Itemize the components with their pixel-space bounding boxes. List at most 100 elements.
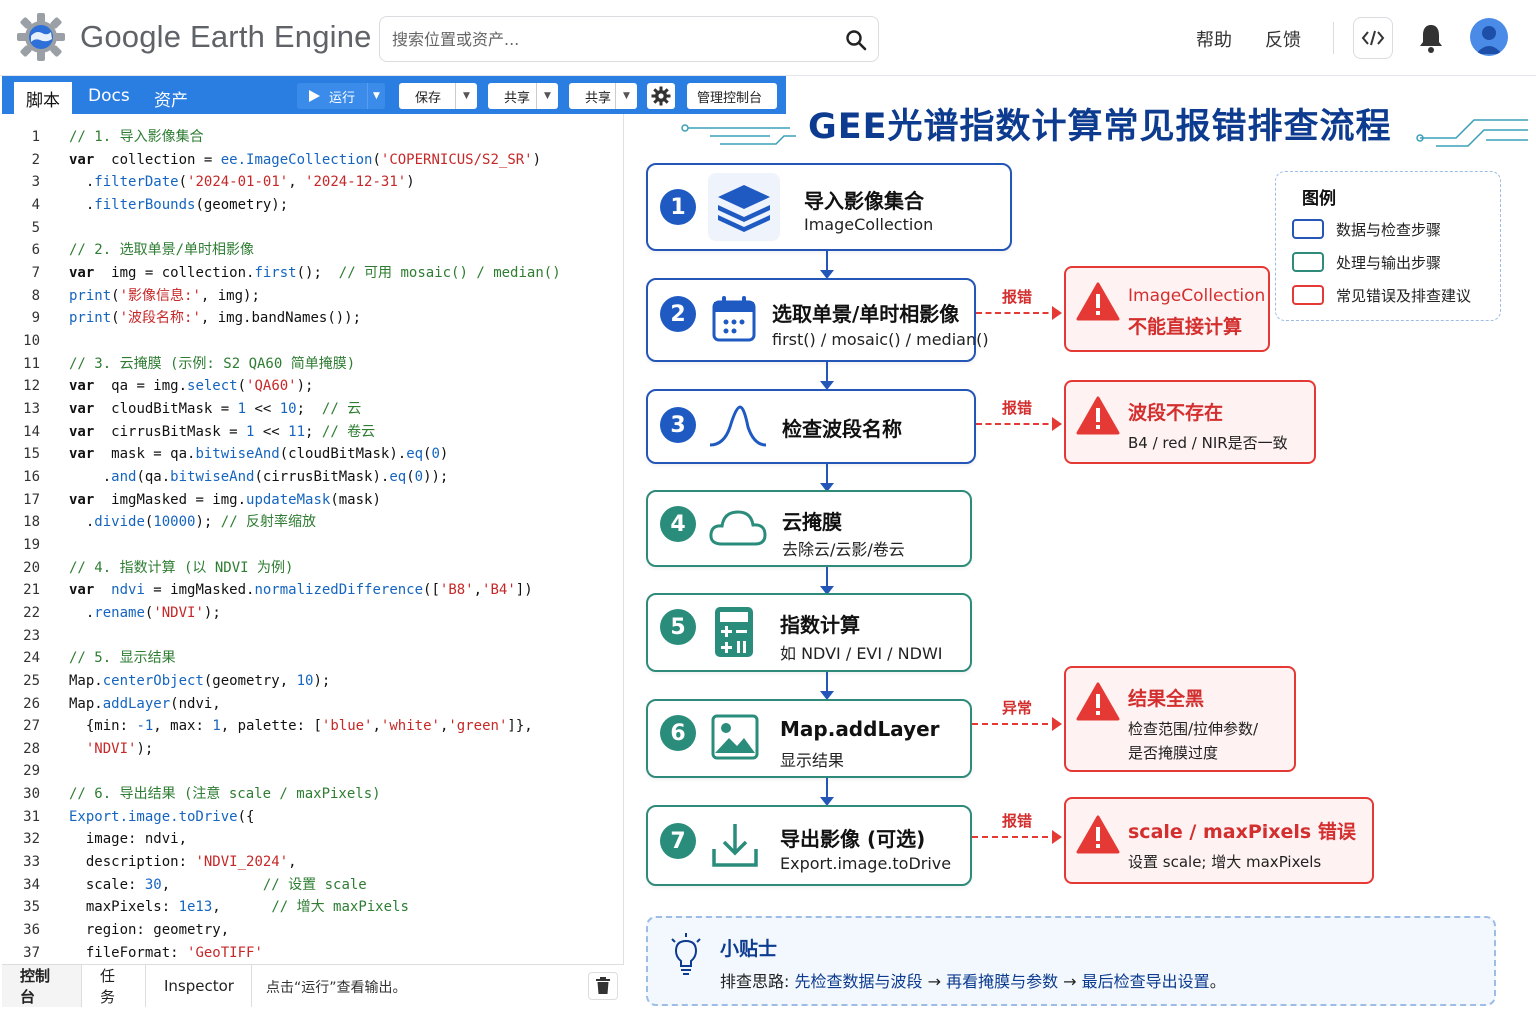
code-line[interactable]: 33 description: 'NDVI_2024', <box>2 851 622 873</box>
line-number: 7 <box>31 264 40 281</box>
share-label: 共享 <box>585 90 612 106</box>
step-subtitle: first() / mosaic() / median() <box>772 330 989 349</box>
share-button[interactable]: 共享 ▼ <box>569 83 637 109</box>
save-dropdown-icon[interactable]: ▼ <box>455 83 477 109</box>
code-line[interactable]: 20 // 4. 指数计算 (以 NDVI 为例) <box>2 557 622 579</box>
code-line[interactable]: 23 <box>2 625 622 647</box>
run-dropdown-icon[interactable]: ▼ <box>367 83 385 109</box>
tip-text: 排查思路: 先检查数据与波段 → 再看掩膜与参数 → 最后检查导出设置。 <box>720 968 1226 992</box>
flow-arrow <box>820 778 834 806</box>
search-box <box>379 16 879 62</box>
code-line[interactable]: 24 // 5. 显示结果 <box>2 647 622 669</box>
code-text: var img = collection.first(); // 可用 mosa… <box>69 264 561 281</box>
code-line[interactable]: 12 var qa = img.select('QA60'); <box>2 375 622 397</box>
code-line[interactable]: 17 var imgMasked = img.updateMask(mask) <box>2 489 622 511</box>
code-line[interactable]: 3 .filterDate('2024-01-01', '2024-12-31'… <box>2 171 622 193</box>
code-line[interactable]: 34 scale: 30, // 设置 scale <box>2 874 622 896</box>
code-line[interactable]: 9 print('波段名称:', img.bandNames()); <box>2 307 622 329</box>
code-text: print('影像信息:', img); <box>69 287 260 304</box>
legend: 图例 数据与检查步骤 处理与输出步骤 常见错误及排查建议 <box>1275 171 1501 321</box>
line-number: 23 <box>23 627 40 644</box>
code-line[interactable]: 6 // 2. 选取单景/单时相影像 <box>2 239 622 261</box>
step-number: 3 <box>660 407 696 443</box>
tab-console[interactable]: 控制台 <box>2 965 82 1007</box>
code-line[interactable]: 26 Map.addLayer(ndvi, <box>2 693 622 715</box>
line-number: 24 <box>23 650 40 667</box>
code-line[interactable]: 37 fileFormat: 'GeoTIFF' <box>2 942 622 964</box>
manage-console-button[interactable]: 管理控制台 <box>687 83 777 109</box>
code-line[interactable]: 31 Export.image.toDrive({ <box>2 806 622 828</box>
code-line[interactable]: 5 <box>2 217 622 239</box>
code-line[interactable]: 22 .rename('NDVI'); <box>2 602 622 624</box>
step-title: 指数计算 <box>780 613 860 637</box>
step-number: 7 <box>660 823 696 859</box>
code-line[interactable]: 27 {min: -1, max: 1, palette: ['blue','w… <box>2 715 622 737</box>
save-button[interactable]: 保存 ▼ <box>399 83 477 109</box>
code-line[interactable]: 14 var cirrusBitMask = 1 << 11; // 卷云 <box>2 421 622 443</box>
code-line[interactable]: 7 var img = collection.first(); // 可用 mos… <box>2 262 622 284</box>
line-number: 30 <box>23 786 40 803</box>
search-icon[interactable] <box>844 28 868 52</box>
code-line[interactable]: 29 <box>2 760 622 782</box>
error-box-scale-maxpixels: scale / maxPixels 错误 设置 scale; 增大 maxPix… <box>1064 797 1374 884</box>
code-line[interactable]: 21 var ndvi = imgMasked.normalizedDiffere… <box>2 579 622 601</box>
settings-button[interactable] <box>647 83 675 109</box>
flow-step-5: 5 指数计算 如 NDVI / EVI / NDWI <box>646 593 972 672</box>
code-line[interactable]: 25 Map.centerObject(geometry, 10); <box>2 670 622 692</box>
code-editor[interactable]: 1 // 1. 导入影像集合 2 var collection = ee.ImageC… <box>2 114 624 983</box>
clear-console-button[interactable] <box>588 972 618 1000</box>
code-line[interactable]: 30 // 6. 导出结果 (注意 scale / maxPixels) <box>2 783 622 805</box>
user-avatar[interactable] <box>1470 18 1508 56</box>
tab-docs[interactable]: Docs <box>88 86 130 106</box>
code-line[interactable]: 13 var cloudBitMask = 1 << 10; // 云 <box>2 398 622 420</box>
step-number: 6 <box>660 715 696 751</box>
feedback-link[interactable]: 反馈 <box>1265 26 1301 52</box>
line-number: 18 <box>23 514 40 531</box>
share-dropdown-icon[interactable]: ▼ <box>615 83 637 109</box>
line-number: 16 <box>23 468 40 485</box>
error-detail: 检查范围/拉伸参数/ <box>1128 720 1259 738</box>
title-circuit-left-decoration <box>681 124 796 145</box>
code-line[interactable]: 19 <box>2 534 622 556</box>
calculator-icon <box>715 607 753 657</box>
code-line[interactable]: 35 maxPixels: 1e13, // 增大 maxPixels <box>2 896 622 918</box>
flow-arrow <box>820 672 834 700</box>
step-title: 云掩膜 <box>782 510 842 534</box>
code-editor-button[interactable] <box>1353 17 1393 59</box>
code-line[interactable]: 15 var mask = qa.bitwiseAnd(cloudBitMask)… <box>2 443 622 465</box>
run-button[interactable]: 运行 ▼ <box>297 83 385 109</box>
tab-assets[interactable]: 资产 <box>154 86 188 111</box>
help-link[interactable]: 帮助 <box>1196 26 1232 52</box>
code-text: fileFormat: 'GeoTIFF' <box>69 944 263 961</box>
warning-icon <box>1076 396 1120 435</box>
tab-tasks[interactable]: 任务 <box>82 965 146 1007</box>
step-number: 5 <box>660 609 696 645</box>
code-line[interactable]: 36 region: geometry, <box>2 919 622 941</box>
get-link-dropdown-icon[interactable]: ▼ <box>536 83 558 109</box>
code-line[interactable]: 10 <box>2 330 622 352</box>
top-header: Google Earth Engine 帮助 反馈 <box>0 0 1536 76</box>
code-line[interactable]: 32 image: ndvi, <box>2 828 622 850</box>
code-line[interactable]: 28 'NDVI'); <box>2 738 622 760</box>
code-line[interactable]: 11 // 3. 云掩膜 (示例: S2 QA60 简单掩膜) <box>2 353 622 375</box>
notification-bell-icon[interactable] <box>1417 22 1445 54</box>
error-link-arrow <box>976 417 1062 431</box>
console-panel: 控制台 任务 Inspector 点击“运行”查看输出。 <box>2 964 624 1007</box>
run-label: 运行 <box>329 90 356 106</box>
tab-script[interactable]: 脚本 <box>14 82 72 114</box>
step-number: 1 <box>660 189 696 225</box>
code-line[interactable]: 8 print('影像信息:', img); <box>2 285 622 307</box>
code-text: // 5. 显示结果 <box>69 650 176 667</box>
code-line[interactable]: 18 .divide(10000); // 反射率缩放 <box>2 511 622 533</box>
code-text: Export.image.toDrive({ <box>69 808 255 825</box>
code-line[interactable]: 2 var collection = ee.ImageCollection('CO… <box>2 149 622 171</box>
tab-inspector[interactable]: Inspector <box>146 965 252 1007</box>
search-input[interactable] <box>392 26 832 52</box>
get-link-button[interactable]: 共享 ▼ <box>488 83 558 109</box>
code-line[interactable]: 16 .and(qa.bitwiseAnd(cirrusBitMask).eq(… <box>2 466 622 488</box>
error-link-label: 报错 <box>1002 399 1033 417</box>
app-logo[interactable]: Google Earth Engine <box>16 12 372 62</box>
code-line[interactable]: 1 // 1. 导入影像集合 <box>2 126 622 148</box>
code-text: // 4. 指数计算 (以 NDVI 为例) <box>69 559 294 576</box>
code-line[interactable]: 4 .filterBounds(geometry); <box>2 194 622 216</box>
